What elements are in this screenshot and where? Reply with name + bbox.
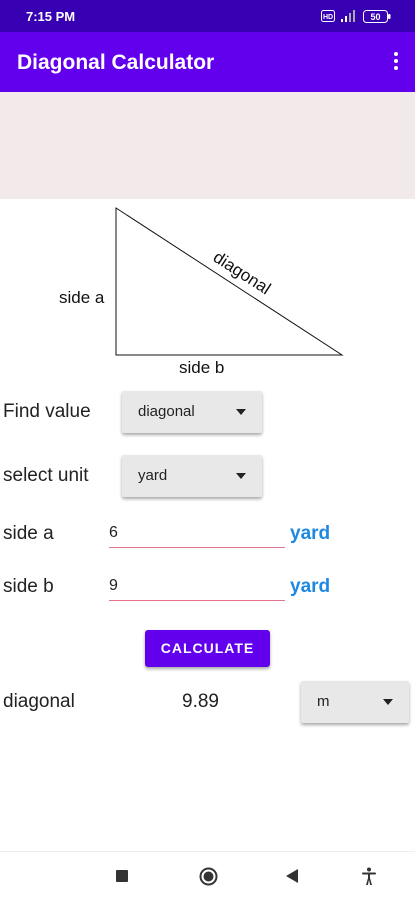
status-bar: 7:15 PM HD 50 — [0, 0, 415, 32]
more-vert-icon[interactable] — [391, 51, 401, 71]
side-b-unit: yard — [290, 576, 331, 597]
diagram-side-b-label: side b — [179, 358, 224, 377]
side-b-input[interactable]: 9 — [109, 573, 285, 601]
find-value-selected: diagonal — [138, 403, 195, 420]
diagram-side-a-label: side a — [59, 288, 105, 307]
app-title: Diagonal Calculator — [17, 51, 215, 74]
accessibility-icon[interactable] — [361, 867, 377, 885]
side-a-unit: yard — [290, 523, 331, 544]
triangle-diagram: side a side b diagonal — [59, 207, 344, 377]
result-unit-selected: m — [317, 693, 330, 710]
find-value-label: Find value — [3, 401, 91, 422]
find-value-dropdown[interactable]: diagonal — [122, 391, 262, 433]
side-b-value: 9 — [109, 577, 118, 594]
side-b-label: side b — [3, 576, 54, 597]
recents-square-icon[interactable] — [116, 870, 128, 882]
dropdown-arrow-icon — [383, 699, 393, 705]
dropdown-arrow-icon — [236, 409, 246, 415]
battery-icon: 50 — [363, 9, 391, 23]
signal-icon — [341, 10, 355, 22]
side-a-label: side a — [3, 523, 54, 544]
app-bar: Diagonal Calculator — [0, 32, 415, 92]
select-unit-dropdown[interactable]: yard — [122, 455, 262, 497]
hd-icon: HD — [321, 10, 335, 22]
system-nav-bar — [0, 851, 415, 900]
select-unit-label: select unit — [3, 465, 89, 486]
ad-banner-area — [0, 92, 415, 199]
diagram-diagonal-label: diagonal — [210, 247, 274, 298]
side-a-input[interactable]: 6 — [109, 520, 285, 548]
status-icons: HD 50 — [321, 9, 391, 23]
result-value: 9.89 — [182, 691, 219, 712]
side-a-value: 6 — [109, 524, 118, 541]
battery-level: 50 — [370, 12, 380, 22]
back-triangle-icon[interactable] — [286, 869, 298, 883]
triangle-shape — [115, 207, 344, 356]
svg-text:HD: HD — [323, 14, 333, 21]
status-time: 7:15 PM — [26, 9, 76, 24]
result-label: diagonal — [3, 691, 75, 712]
home-circle-icon[interactable] — [199, 867, 218, 886]
result-unit-dropdown[interactable]: m — [301, 681, 409, 723]
calculate-button[interactable]: CALCULATE — [145, 630, 270, 667]
dropdown-arrow-icon — [236, 473, 246, 479]
select-unit-selected: yard — [138, 467, 168, 484]
